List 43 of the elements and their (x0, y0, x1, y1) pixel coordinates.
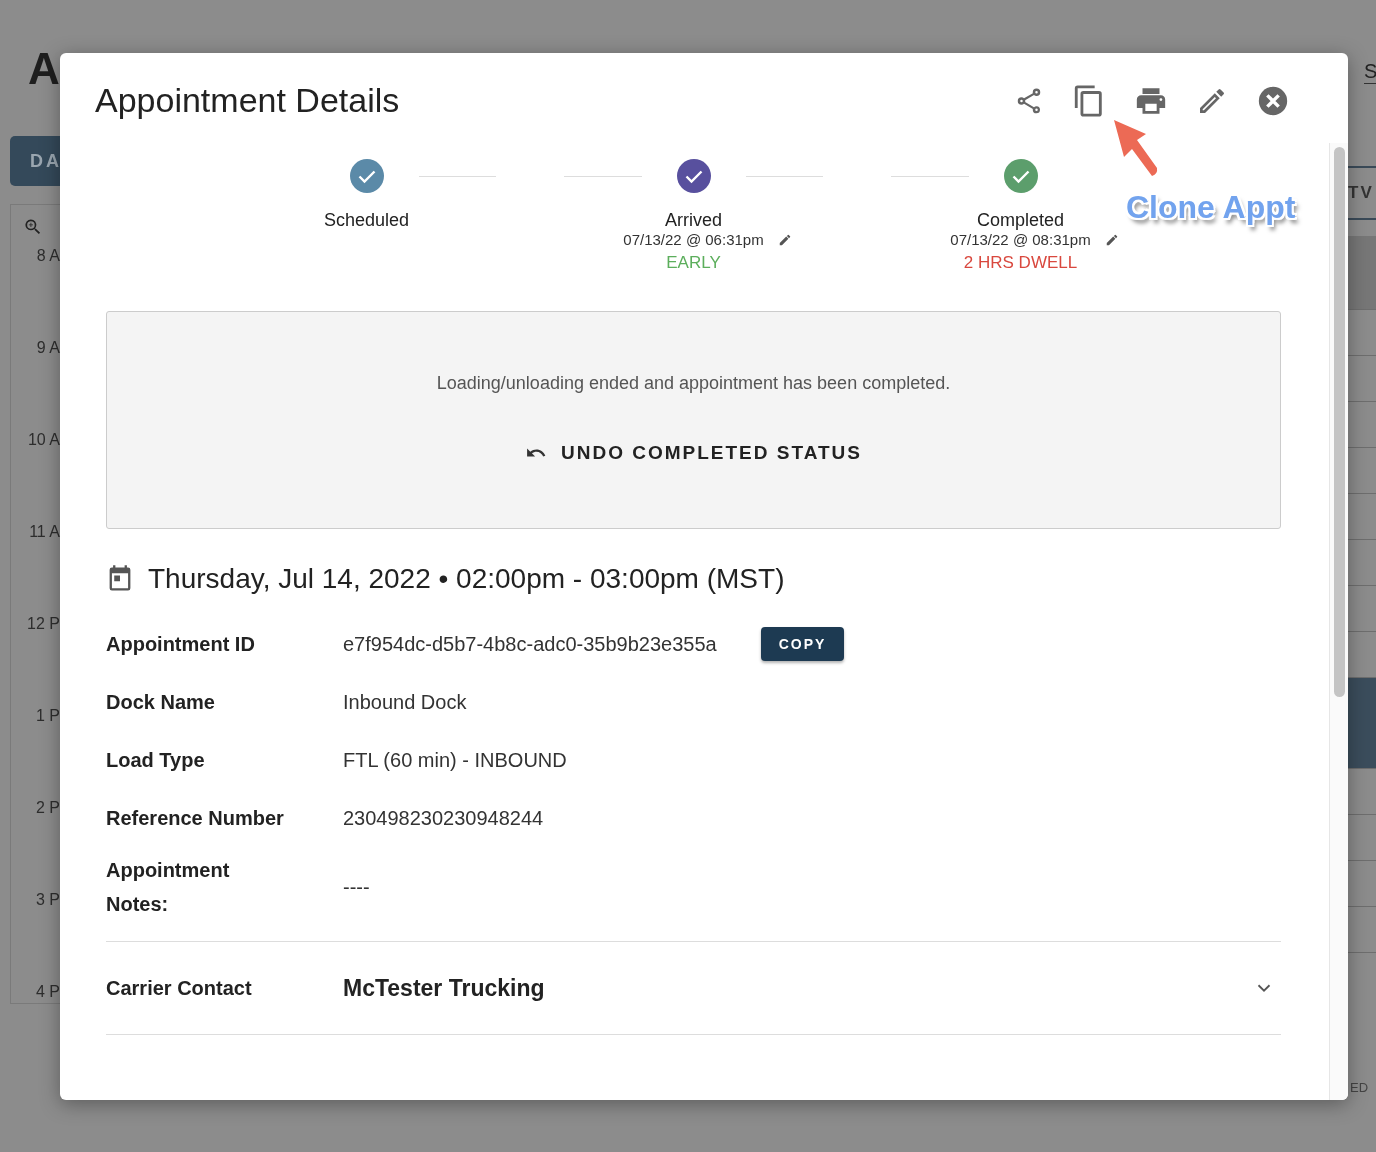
time-label: 9 A (35, 339, 60, 358)
page-text: ED (1350, 1080, 1369, 1095)
field-label: Dock Name (106, 690, 216, 715)
copy-button[interactable]: COPY (760, 627, 845, 661)
time-label: 3 P (35, 891, 60, 910)
scrollbar-thumb[interactable] (1334, 147, 1345, 697)
time-label: 2 P (35, 799, 60, 818)
step-label: Arrived (665, 210, 722, 231)
pencil-icon[interactable] (1104, 232, 1119, 247)
undo-button[interactable]: UNDO COMPLETED STATUS (517, 437, 870, 468)
time-label: 4 P (35, 983, 60, 1002)
time-label: 10 A (26, 431, 60, 450)
field-label: Carrier Contact (106, 976, 253, 1001)
field-value: ---- (343, 875, 370, 899)
time-label: 1 P (35, 707, 60, 726)
field-value: e7f954dc-d5b7-4b8c-adc0-35b9b23e355a (343, 632, 717, 656)
field-label: Appointment Notes: (106, 858, 231, 917)
step-label: Scheduled (323, 210, 410, 231)
time-label: 12 P (26, 615, 60, 634)
tab-button[interactable]: DA (10, 136, 60, 186)
dialog-title: Appointment Details (95, 81, 400, 120)
field-label: Reference Number (106, 806, 285, 831)
page-text: S (1364, 60, 1376, 84)
field-value: 230498230230948244 (343, 806, 544, 830)
step-status: EARLY (666, 253, 721, 273)
page-title: A (27, 44, 60, 94)
step-time: 07/13/22 @ 06:31pm (623, 231, 764, 248)
carrier-name: McTester Trucking (343, 974, 546, 1002)
field-value: Inbound Dock (343, 690, 467, 714)
pencil-icon[interactable] (777, 232, 792, 247)
step-time: 07/13/22 @ 08:31pm (950, 231, 1091, 248)
step-label: Completed (976, 210, 1064, 231)
appointment-schedule: Thursday, Jul 14, 2022 • 02:00pm - 03:00pm (MST) (148, 563, 785, 595)
status-message: Loading/unloading ended and appointment has been completed. (436, 372, 951, 394)
time-label: 8 A (35, 247, 60, 266)
field-value: FTL (60 min) - INBOUND (343, 748, 567, 772)
time-label: 11 A (28, 523, 60, 542)
zoom-in-icon[interactable] (23, 217, 43, 237)
field-label: Appointment ID (106, 632, 256, 657)
carrier-contact-row[interactable]: Carrier Contact McTester Trucking (106, 941, 1281, 1035)
field-label: Load Type (106, 748, 206, 773)
step-status: 2 HRS DWELL (963, 253, 1078, 273)
annotation-label: Clone Appt (1126, 189, 1296, 226)
